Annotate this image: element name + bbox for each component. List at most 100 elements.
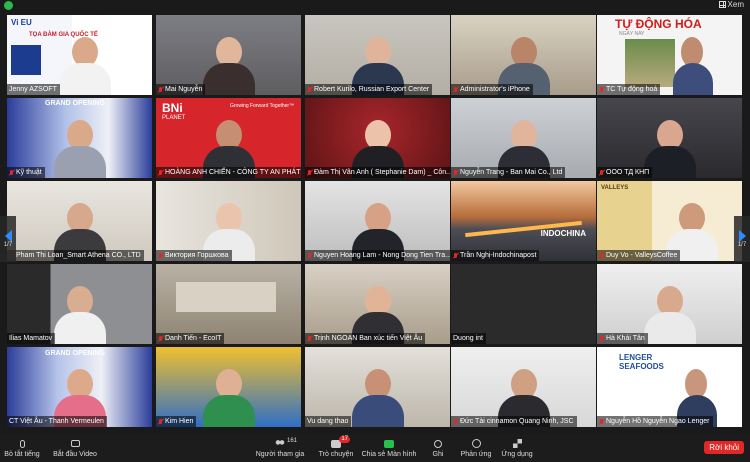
page-indicator-right: 1/7 <box>737 242 747 248</box>
muted-mic-icon <box>307 169 312 176</box>
participant-name: Duong int <box>451 333 486 344</box>
share-screen-button[interactable]: Chia sẻ Màn hình <box>362 434 416 462</box>
video-tile-4[interactable]: TỰ ĐỘNG HÓA NGÀY NAY TC Tự động hoá <box>597 15 742 95</box>
muted-mic-icon <box>9 169 14 176</box>
apps-button[interactable]: Ứng dụng <box>500 434 534 462</box>
chat-button[interactable]: 17 Trò chuyện <box>316 434 356 462</box>
video-tile-5[interactable]: GRAND OPENING Kỹ thuật <box>7 98 152 178</box>
camera-icon <box>70 440 80 447</box>
video-gallery: Vi EU TỌA ĐÀM GIA QUỐC TẾ Jenny AZSOFT M… <box>0 12 750 434</box>
participant-name: HOÀNG ANH CHIẾN - CÔNG TY AN PHÁT <box>156 167 301 178</box>
leave-button[interactable]: Rời khỏi <box>704 441 744 454</box>
participants-button[interactable]: 161 Người tham gia <box>256 434 305 462</box>
video-tile-16[interactable]: Danh Tiến - EcoIT <box>156 264 301 344</box>
participant-name: Đức Tài cinnamon Quang Ninh, JSC <box>451 416 577 427</box>
muted-mic-icon <box>158 335 163 342</box>
participant-name: Mai Nguyễn <box>156 84 206 95</box>
tile-brand-sub: NGÀY NAY <box>619 31 645 37</box>
video-tile-21[interactable]: Kim Hien <box>156 347 301 427</box>
unmute-button[interactable]: Bỏ tắt tiếng <box>4 434 40 462</box>
participant-name: ООО ТД КНП <box>597 167 653 178</box>
participant-name: Nguyễn Trang - Ban Mai Co., Ltd <box>451 167 566 178</box>
video-tile-1[interactable]: Mai Nguyễn <box>156 15 301 95</box>
participant-name: Administrator's iPhone <box>451 84 533 95</box>
participant-name: Robert Kurilo, Russian Export Center <box>305 84 433 95</box>
participant-name: Duy Vo - ValleysCoffee <box>597 250 681 261</box>
tile-brand: VALLEYS <box>601 185 629 191</box>
tile-logo: Vi EU <box>11 18 32 27</box>
participant-name: Trần Nghị-Indochinapost <box>451 250 540 261</box>
video-tile-9[interactable]: ООО ТД КНП <box>597 98 742 178</box>
video-tile-24[interactable]: LENGER SEAFOODS Nguyễn Hồ Nguyễn Ngao Le… <box>597 347 742 427</box>
view-label: Xem <box>727 0 744 9</box>
participant-name: Đàm Thị Vân Anh ( Stephanie Dam) _ Côn..… <box>305 167 450 178</box>
muted-mic-icon <box>599 252 604 259</box>
video-tile-12[interactable]: Nguyen Hoang Lam - Nong Dong Tien Tra... <box>305 181 450 261</box>
participant-name: Hà Khải Tân <box>597 333 648 344</box>
video-tile-18[interactable]: Duong int <box>451 264 596 344</box>
muted-mic-icon <box>307 252 312 259</box>
video-tile-17[interactable]: Trịnh NGOAN Ban xúc tiến Việt Âu <box>305 264 450 344</box>
start-video-button[interactable]: Bắt đầu Video <box>52 434 98 462</box>
video-tile-8[interactable]: Nguyễn Trang - Ban Mai Co., Ltd <box>451 98 596 178</box>
tile-brand: TỰ ĐỘNG HÓA <box>615 17 702 31</box>
participant-name: Jenny AZSOFT <box>7 84 60 95</box>
participant-name: CT Việt Âu - Thanh Vermeulen <box>7 416 107 427</box>
view-button[interactable]: Xem <box>718 0 744 9</box>
participants-icon <box>275 439 285 448</box>
participant-name: Trịnh NGOAN Ban xúc tiến Việt Âu <box>305 333 426 344</box>
participant-name: Pham Thi Loan_Smart Athena CO., LTD <box>7 250 144 261</box>
video-tile-3[interactable]: Administrator's iPhone <box>451 15 596 95</box>
participant-name: Ilias Mamatov <box>7 333 56 344</box>
video-tile-2[interactable]: Robert Kurilo, Russian Export Center <box>305 15 450 95</box>
participant-name: Kỹ thuật <box>7 167 45 178</box>
muted-mic-icon <box>307 335 312 342</box>
participant-name: Kim Hien <box>156 416 197 427</box>
video-tile-11[interactable]: Виктория Горшкова <box>156 181 301 261</box>
participant-count: 161 <box>287 437 298 444</box>
record-icon <box>434 439 442 448</box>
video-tile-6[interactable]: BNi PLANET Growing Forward Together™ HOÀ… <box>156 98 301 178</box>
muted-mic-icon <box>453 86 458 93</box>
video-tile-23[interactable]: Đức Tài cinnamon Quang Ninh, JSC <box>451 347 596 427</box>
page-indicator-left: 1/7 <box>3 242 13 248</box>
video-tile-10[interactable]: Pham Thi Loan_Smart Athena CO., LTD <box>7 181 152 261</box>
meeting-toolbar: Bỏ tắt tiếng Bắt đầu Video 161 Người tha… <box>0 434 750 462</box>
participant-name: Vu dang thao <box>305 416 352 427</box>
participant-name: Nguyen Hoang Lam - Nong Dong Tien Tra... <box>305 250 450 261</box>
tile-logo: BNi <box>162 101 183 115</box>
muted-mic-icon <box>599 335 604 342</box>
chevron-left-icon <box>4 230 12 242</box>
smiley-icon <box>471 439 481 448</box>
muted-mic-icon <box>158 418 163 425</box>
muted-mic-icon <box>599 86 604 93</box>
video-tile-13[interactable]: INDOCHINA Trần Nghị-Indochinapost <box>451 181 596 261</box>
video-tile-20[interactable]: GRAND OPENING CT Việt Âu - Thanh Vermeul… <box>7 347 152 427</box>
participant-name: Виктория Горшкова <box>156 250 232 261</box>
video-tile-7[interactable]: Đàm Thị Vân Anh ( Stephanie Dam) _ Côn..… <box>305 98 450 178</box>
muted-mic-icon <box>453 418 458 425</box>
muted-mic-icon <box>158 169 163 176</box>
security-shield-icon[interactable] <box>4 1 13 10</box>
tile-banner: GRAND OPENING <box>45 350 105 357</box>
chevron-right-icon <box>738 230 746 242</box>
video-tile-19[interactable]: Hà Khải Tân <box>597 264 742 344</box>
video-tile-22[interactable]: Vu dang thao <box>305 347 450 427</box>
participant-name: TC Tự động hoá <box>597 84 661 95</box>
record-button[interactable]: Ghi <box>428 434 448 462</box>
participant-name: Nguyễn Hồ Nguyễn Ngao Lenger <box>597 416 713 427</box>
tile-brand: INDOCHINA <box>540 229 586 238</box>
muted-mic-icon <box>453 252 458 259</box>
tile-logo-sub: PLANET <box>162 115 186 121</box>
microphone-icon <box>19 439 25 448</box>
tile-tagline: Growing Forward Together™ <box>230 103 295 109</box>
video-tile-15[interactable]: Ilias Mamatov <box>7 264 152 344</box>
reactions-button[interactable]: Phản ứng <box>460 434 492 462</box>
grid-view-icon <box>718 1 726 8</box>
chat-badge: 17 <box>339 435 350 443</box>
video-tile-14[interactable]: VALLEYS Duy Vo - ValleysCoffee <box>597 181 742 261</box>
video-tile-0[interactable]: Vi EU TỌA ĐÀM GIA QUỐC TẾ Jenny AZSOFT <box>7 15 152 95</box>
prev-page-button[interactable]: 1/7 <box>0 216 16 262</box>
apps-icon <box>512 439 522 448</box>
next-page-button[interactable]: 1/7 <box>734 216 750 262</box>
